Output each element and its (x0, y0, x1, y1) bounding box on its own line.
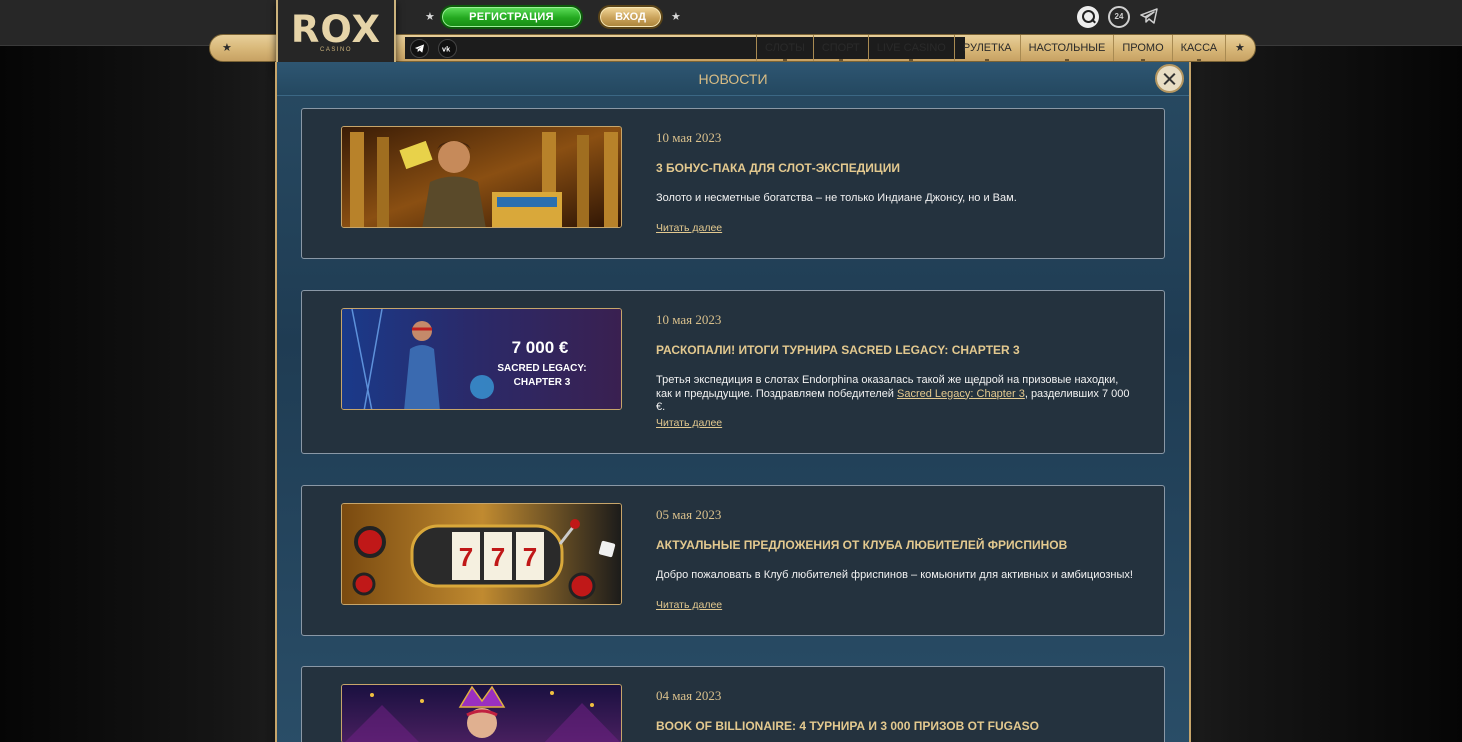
nav-item-cashier[interactable]: КАССА (1171, 35, 1227, 61)
news-text: Третья экспедиция в слотах Endorphina ок… (656, 374, 1136, 415)
vk-social-icon[interactable]: vk (438, 39, 457, 58)
news-title[interactable]: 3 БОНУС-ПАКА ДЛЯ СЛОТ-ЭКСПЕДИЦИИ (656, 161, 900, 175)
news-title[interactable]: BOOK OF BILLIONAIRE: 4 ТУРНИРА И 3 000 П… (656, 719, 1039, 733)
nav-item-sport[interactable]: СПОРТ (812, 35, 868, 61)
nav-item-table-games[interactable]: НАСТОЛЬНЫЕ (1019, 35, 1114, 61)
close-icon[interactable] (1155, 64, 1184, 93)
telegram-social-icon[interactable] (410, 39, 429, 58)
news-image-sacred-legacy[interactable]: 7 000 € SACRED LEGACY: CHAPTER 3 (341, 308, 622, 410)
news-date: 10 мая 2023 (656, 312, 722, 327)
slot-digit: 7 (523, 542, 537, 572)
image-caption-2: CHAPTER 3 (514, 377, 571, 388)
nav-item-promo[interactable]: ПРОМО (1113, 35, 1171, 61)
login-button[interactable]: ВХОД (598, 5, 663, 29)
news-image-adventurer[interactable] (341, 126, 622, 228)
nav-item-slots[interactable]: СЛОТЫ (756, 35, 813, 61)
news-date: 10 мая 2023 (656, 130, 722, 145)
logo-text: ROX (290, 8, 382, 51)
news-card: 7 000 € SACRED LEGACY: CHAPTER 3 10 мая … (301, 290, 1165, 454)
search-icon[interactable] (1077, 6, 1099, 28)
news-image-slot-machine[interactable]: 7 7 7 (341, 503, 622, 605)
image-caption-1: SACRED LEGACY: (497, 363, 586, 374)
news-card: 04 мая 2023 BOOK OF BILLIONAIRE: 4 ТУРНИ… (301, 666, 1165, 742)
star-icon: ★ (425, 11, 435, 23)
news-panel-header: НОВОСТИ (277, 62, 1189, 96)
nav-item-live-casino[interactable]: LIVE CASINO (867, 35, 954, 61)
register-button[interactable]: РЕГИСТРАЦИЯ (440, 5, 583, 29)
news-date: 05 мая 2023 (656, 507, 722, 522)
news-title[interactable]: РАСКОПАЛИ! ИТОГИ ТУРНИРА SACRED LEGACY: … (656, 343, 1020, 357)
news-card: 10 мая 2023 3 БОНУС-ПАКА ДЛЯ СЛОТ-ЭКСПЕД… (301, 108, 1165, 259)
news-text: Золото и несметные богатства – не только… (656, 192, 1017, 204)
star-icon: ★ (222, 42, 232, 54)
star-icon: ★ (1235, 42, 1245, 54)
logo-subtitle: CASINO (319, 47, 352, 53)
read-more-link[interactable]: Читать далее (656, 417, 722, 429)
news-panel-title: НОВОСТИ (698, 71, 768, 87)
news-card: 7 7 7 05 мая 2023 АКТУАЛЬНЫЕ ПРЕДЛОЖЕНИЯ… (301, 485, 1165, 636)
news-title[interactable]: АКТУАЛЬНЫЕ ПРЕДЛОЖЕНИЯ ОТ КЛУБА ЛЮБИТЕЛЕ… (656, 538, 1067, 552)
read-more-link[interactable]: Читать далее (656, 599, 722, 611)
sacred-legacy-link[interactable]: Sacred Legacy: Chapter 3 (897, 388, 1025, 400)
nav-item-roulette[interactable]: РУЛЕТКА (953, 35, 1020, 61)
svg-text:vk: vk (442, 44, 451, 53)
news-image-jester[interactable] (341, 684, 622, 742)
support-24-icon[interactable]: 24 (1108, 6, 1130, 28)
slot-digit: 7 (491, 542, 505, 572)
slot-digit: 7 (459, 542, 473, 572)
nav-items: СЛОТЫ СПОРТ LIVE CASINO РУЛЕТКА НАСТОЛЬН… (756, 35, 1227, 61)
image-amount-text: 7 000 € (512, 338, 569, 357)
news-date: 04 мая 2023 (656, 688, 722, 703)
read-more-link[interactable]: Читать далее (656, 222, 722, 234)
news-text: Добро пожаловать в Клуб любителей фриспи… (656, 569, 1133, 581)
telegram-icon[interactable] (1140, 8, 1158, 24)
star-icon: ★ (671, 11, 681, 23)
